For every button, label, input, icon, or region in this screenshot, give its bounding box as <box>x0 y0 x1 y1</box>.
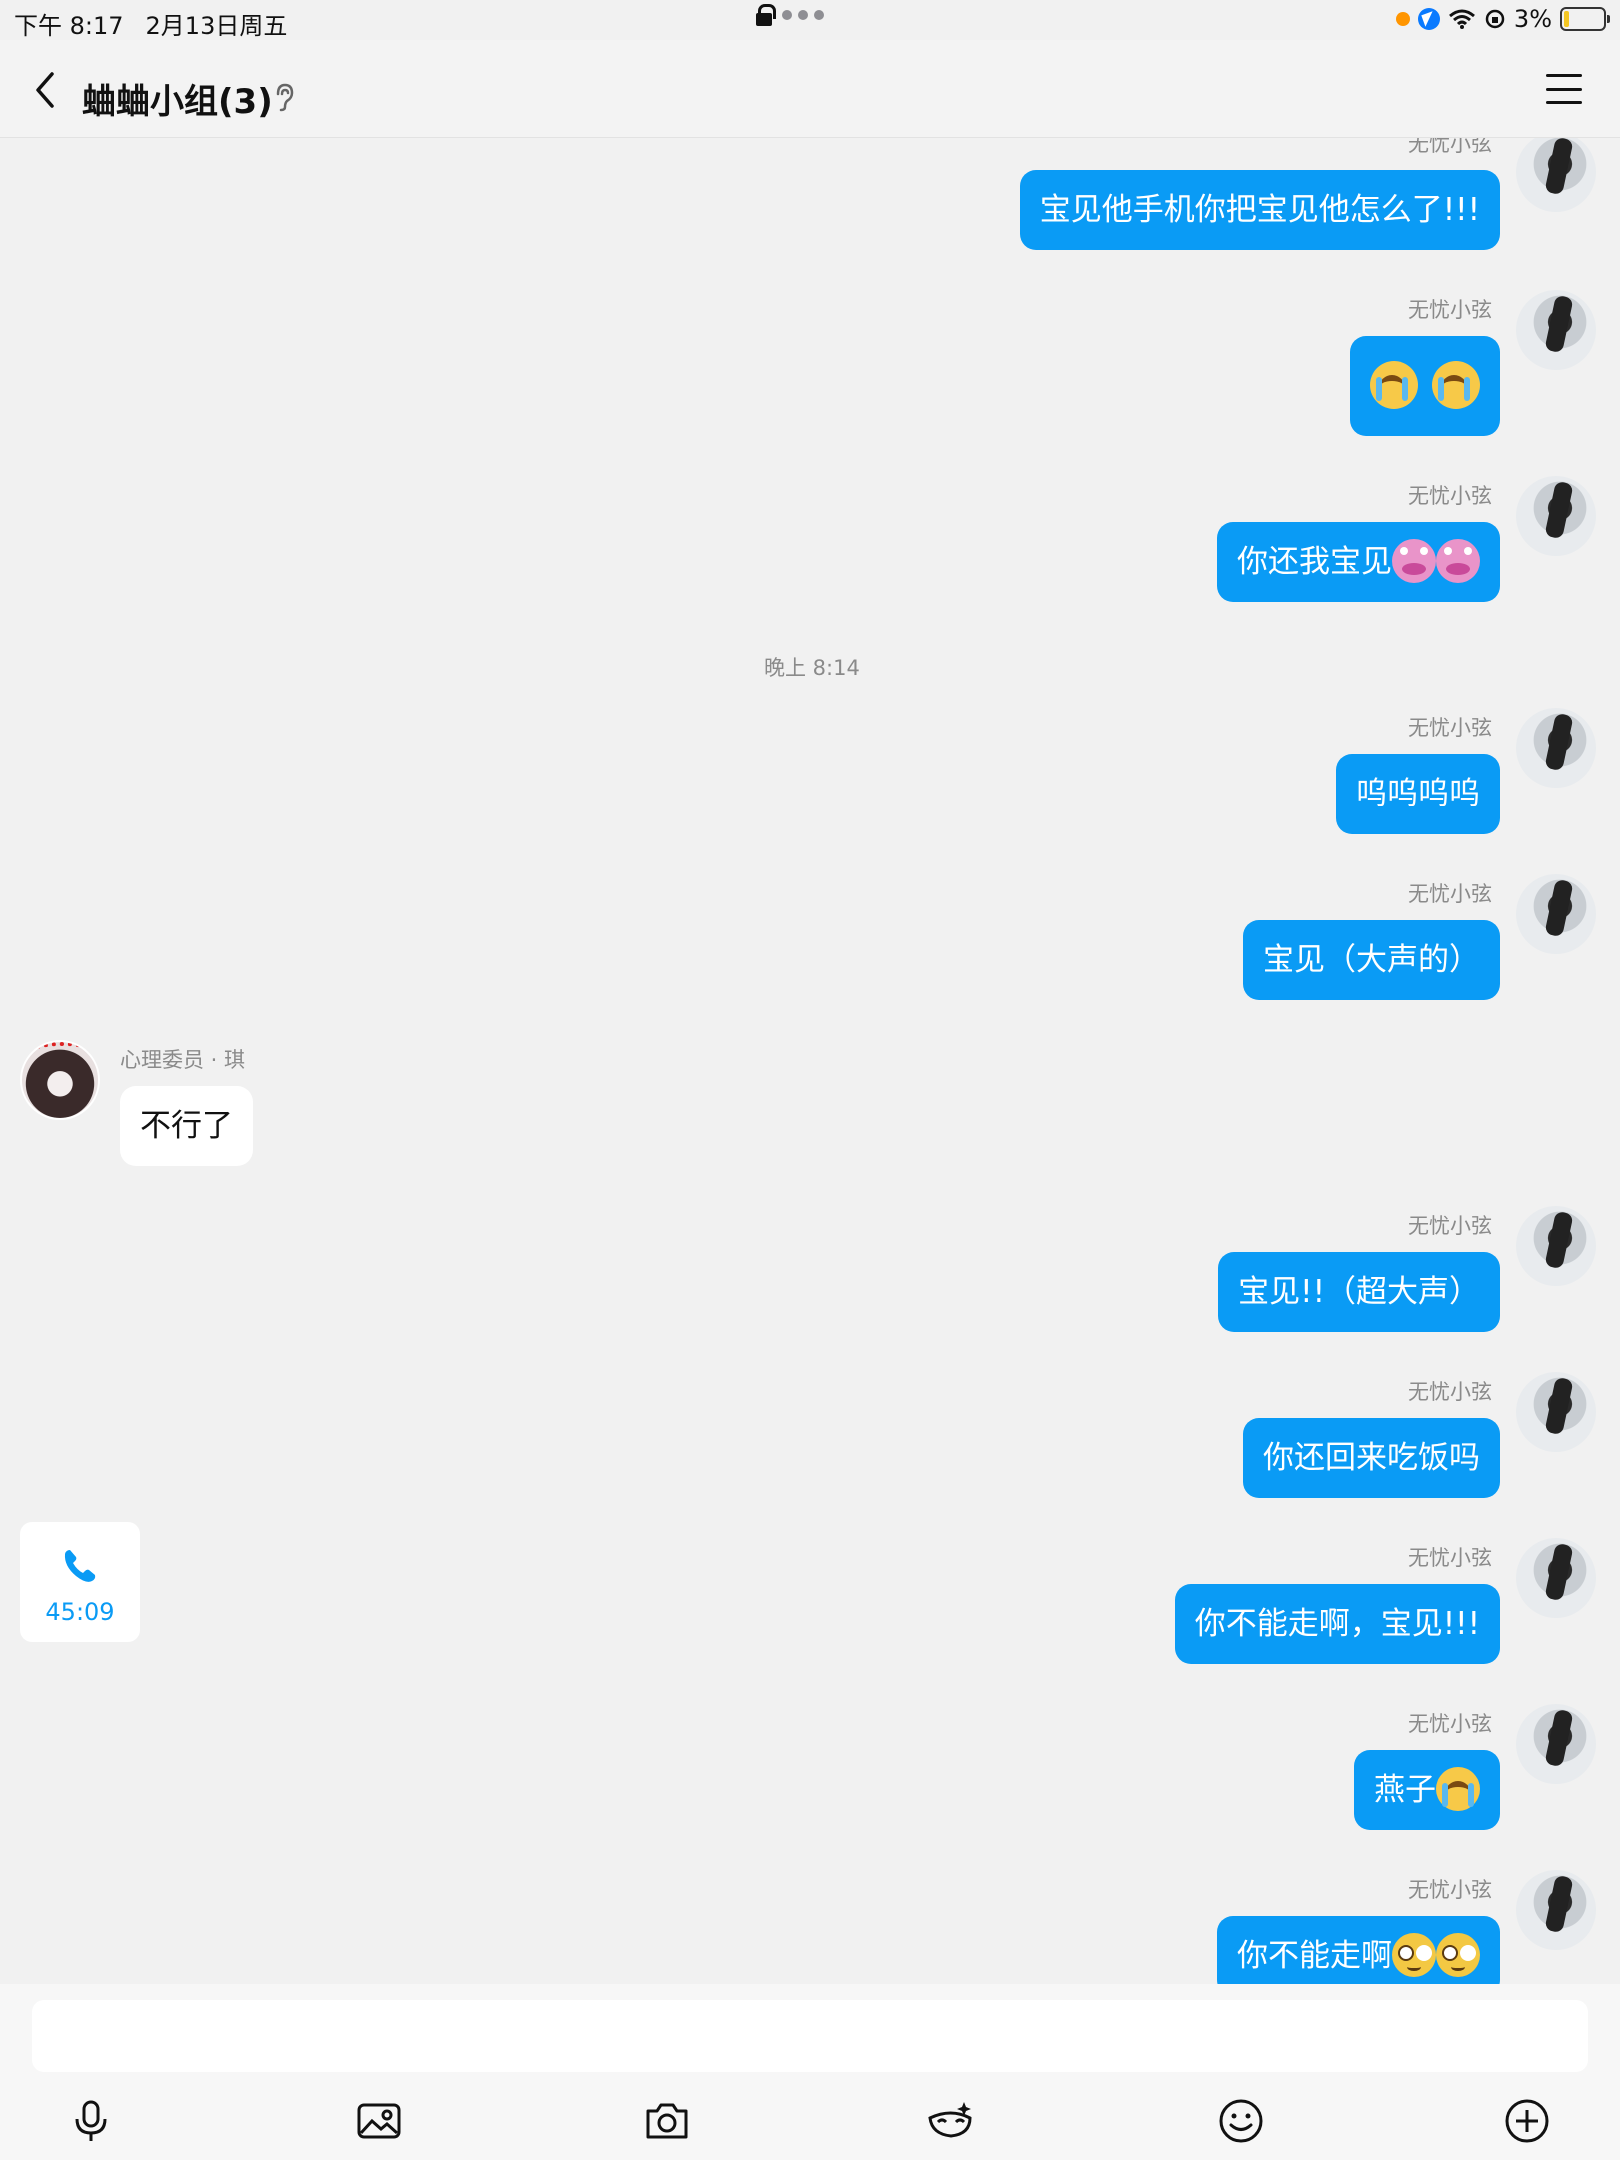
message-input[interactable] <box>32 2000 1588 2072</box>
message-bubble[interactable]: 宝见（大声的） <box>1243 920 1500 1000</box>
call-duration: 45:09 <box>45 1598 115 1626</box>
crying-emoji-icon <box>1436 1766 1480 1811</box>
status-date: 2月13日周五 <box>145 12 288 40</box>
battery-icon <box>1560 7 1610 31</box>
avatar[interactable] <box>1516 476 1596 556</box>
avatar[interactable] <box>20 1040 100 1120</box>
image-icon[interactable] <box>354 2096 404 2146</box>
pleading-emoji-icon <box>1436 1932 1480 1977</box>
wifi-icon <box>1448 9 1475 29</box>
status-bar: 下午 8:17 2月13日周五 3% <box>0 0 1620 40</box>
sender-name: 无忧小弦 <box>1408 1380 1492 1404</box>
mask-icon[interactable] <box>926 2096 976 2146</box>
message-bubble[interactable]: 呜呜呜呜 <box>1336 754 1500 834</box>
emoji-icon[interactable] <box>1216 2096 1266 2146</box>
lock-icon <box>756 4 776 26</box>
avatar[interactable] <box>1516 290 1596 370</box>
message-bubble[interactable]: 燕子 <box>1354 1750 1500 1830</box>
sender-name: 无忧小弦 <box>1408 138 1492 156</box>
sender-name: 无忧小弦 <box>1408 298 1492 322</box>
phone-icon <box>64 1550 96 1582</box>
message-text: 燕子 <box>1374 1772 1436 1808</box>
location-icon <box>1417 8 1440 30</box>
avatar[interactable] <box>1516 138 1596 212</box>
battery-percent: 3% <box>1513 5 1552 33</box>
sender-name: 无忧小弦 <box>1408 882 1492 906</box>
chat-header: 蛐蛐小组(3) <box>0 40 1620 138</box>
chat-screen: 下午 8:17 2月13日周五 3% 蛐蛐小组(3) 无忧小弦 宝见他手机你把宝见… <box>0 0 1620 2160</box>
pleading-emoji-icon <box>1392 1932 1436 1977</box>
message-bubble[interactable] <box>1350 336 1500 436</box>
message-text: 你还我宝见 <box>1237 544 1392 580</box>
status-center <box>756 4 824 26</box>
message-bubble[interactable]: 宝见他手机你把宝见他怎么了!!! <box>1019 170 1500 250</box>
status-left: 下午 8:17 2月13日周五 <box>14 6 287 41</box>
sender-name: 无忧小弦 <box>1408 1214 1492 1238</box>
mic-indicator-icon <box>1395 12 1410 26</box>
message-bubble[interactable]: 你还我宝见 <box>1217 522 1500 602</box>
microphone-icon[interactable] <box>66 2096 116 2146</box>
avatar[interactable] <box>1516 1870 1596 1950</box>
message-bubble[interactable]: 你还回来吃饭吗 <box>1243 1418 1500 1498</box>
sender-name: 无忧小弦 <box>1408 1878 1492 1902</box>
message-bubble[interactable]: 你不能走啊，宝见!!! <box>1174 1584 1500 1664</box>
plus-icon[interactable] <box>1502 2096 1552 2146</box>
sender-name: 心理委员 · 琪 <box>120 1048 246 1072</box>
sender-name: 无忧小弦 <box>1408 484 1492 508</box>
timestamp: 晚上 8:14 <box>764 656 860 680</box>
status-time: 下午 8:17 <box>14 12 124 40</box>
avatar[interactable] <box>1516 1704 1596 1784</box>
avatar[interactable] <box>1516 874 1596 954</box>
group-title[interactable]: 蛐蛐小组(3) <box>82 74 273 123</box>
message-bubble[interactable]: 你不能走啊 <box>1217 1916 1500 1984</box>
message-list[interactable]: 无忧小弦 宝见他手机你把宝见他怎么了!!! 无忧小弦 无忧小弦 你还我宝见 晚上… <box>0 138 1620 1984</box>
pig-emoji-icon <box>1436 538 1480 583</box>
avatar[interactable] <box>1516 1206 1596 1286</box>
ear-icon[interactable] <box>272 82 296 112</box>
sender-name: 无忧小弦 <box>1408 1712 1492 1736</box>
message-bubble[interactable]: 宝见!!（超大声） <box>1218 1252 1500 1332</box>
more-dots-icon[interactable] <box>782 10 824 20</box>
back-icon[interactable] <box>30 70 60 110</box>
rotation-lock-icon <box>1485 9 1505 29</box>
avatar[interactable] <box>1516 708 1596 788</box>
crying-emoji-icon <box>1432 360 1480 409</box>
input-bar <box>0 1984 1620 2160</box>
camera-icon[interactable] <box>642 2096 692 2146</box>
sender-name: 无忧小弦 <box>1408 1546 1492 1570</box>
avatar[interactable] <box>1516 1372 1596 1452</box>
message-text: 你不能走啊 <box>1237 1938 1392 1974</box>
status-right: 3% <box>1395 5 1610 33</box>
menu-icon[interactable] <box>1546 74 1582 104</box>
avatar[interactable] <box>1516 1538 1596 1618</box>
message-bubble[interactable]: 不行了 <box>120 1086 253 1166</box>
crying-emoji-icon <box>1370 360 1419 409</box>
sender-name: 无忧小弦 <box>1408 716 1492 740</box>
call-duration-card[interactable]: 45:09 <box>20 1522 140 1642</box>
pig-emoji-icon <box>1392 538 1436 583</box>
